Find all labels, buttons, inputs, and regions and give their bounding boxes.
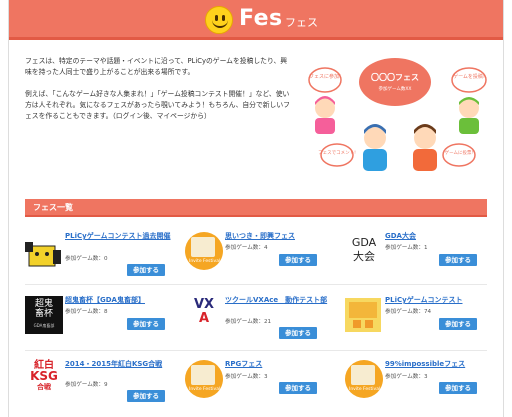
fes-item-count: 参加ゲーム数：1 [385,245,428,251]
invite-festival-badge-icon: Invite Festival [185,232,223,270]
header-bar: Fes フェス [9,0,503,40]
center-bubble-title: 〇〇〇フェス [371,72,419,82]
person-blue-icon [363,124,387,171]
bubble-left-text: フェスに参加! [309,73,341,80]
fes-item-title[interactable]: ツクールVXAce 動作テスト部 [225,296,333,305]
fes-item: VX A ツクールVXAce 動作テスト部 参加ゲーム数：21 参加する [185,296,335,354]
bubble-right [451,67,487,93]
center-bubble [359,58,431,106]
page-frame: Fes フェス フェスは、特定のテーマや話題・イベントに沿って、PLiCyのゲー… [8,0,504,417]
join-button[interactable]: 参加する [127,264,165,276]
fes-item-count: 参加ゲーム数：3 [225,374,268,380]
fes-item: Invite Festival 思いつき・即興フェス 参加ゲーム数：4 参加する [185,232,335,290]
invite-festival-badge-icon: Invite Festival [185,360,223,398]
page-subtitle: フェス [285,16,318,29]
fes-item-title[interactable]: PLiCyゲームコンテスト [385,296,493,305]
bubble-bl-text: フェスでコメント! [318,150,356,156]
fes-item-title[interactable]: RPGフェス [225,360,333,369]
fes-list-title: フェス一覧 [33,203,73,212]
join-button[interactable]: 参加する [279,254,317,266]
join-button[interactable]: 参加する [127,318,165,330]
fes-item-count: 参加ゲーム数：9 [65,382,108,388]
intro-paragraph-2: 例えば、「こんなゲーム好きな人集まれ！」「ゲーム投稿コンテスト開催！」など、使い… [25,90,290,120]
join-button[interactable]: 参加する [439,318,477,330]
center-bubble-sub: 参加ゲーム数XX [378,85,411,92]
bubble-br-text: ゲームに投票! [445,149,474,156]
row-divider [25,284,487,285]
vxace-thumb-icon: VX A [193,297,215,326]
fes-item-title[interactable]: GDA大会 [385,232,493,241]
fes-illustration: 〇〇〇フェス 参加ゲーム数XX フェスに参加! ゲームを投稿! フェスでコメント… [308,58,487,171]
person-green-icon [459,97,479,134]
fes-item: GDA 大会 GDA大会 参加ゲーム数：1 参加する [345,232,495,290]
intro-text: フェスは、特定のテーマや話題・イベントに沿って、PLiCyのゲームを投稿したり、… [25,56,290,133]
fes-item-title[interactable]: 思いつき・即興フェス [225,232,333,241]
crown-robot-icon [25,242,61,267]
fes-item-count: 参加ゲーム数：0 [65,256,108,262]
bubble-right-text: ゲームを投稿! [453,73,485,80]
fes-item-count: 参加ゲーム数：74 [385,309,432,315]
fes-list-header: フェス一覧 [25,199,487,217]
fes-item-count: 参加ゲーム数：8 [65,309,108,315]
bubble-left [308,67,342,93]
fes-item: PLiCyゲームコンテスト 参加ゲーム数：74 参加する [345,296,495,354]
fes-item: 紅白 KSG 合戦 2014・2015年紅白KSG合戦 参加ゲーム数：9 参加す… [25,360,175,417]
page-title: Fes [239,6,283,31]
fes-item: 超鬼 畜杯 GDA鬼畜部 超鬼畜杯【GDA鬼畜部】 参加ゲーム数：8 参加する [25,296,175,354]
join-button[interactable]: 参加する [439,382,477,394]
invite-festival-badge-icon: Invite Festival [345,360,383,398]
gda-thumb-icon: GDA 大会 [351,236,377,263]
fes-item-title[interactable]: 99%impossibleフェス [385,360,493,369]
kichiku-thumb-icon: 超鬼 畜杯 GDA鬼畜部 [25,296,63,334]
smiley-icon [205,6,233,34]
join-button[interactable]: 参加する [439,254,477,266]
join-button[interactable]: 参加する [127,390,165,402]
row-divider [25,350,487,351]
plicy-contest-thumb-icon [345,298,381,332]
join-button[interactable]: 参加する [279,327,317,339]
fes-item: Invite Festival 99%impossibleフェス 参加ゲーム数：… [345,360,495,417]
kouhaku-thumb-icon: 紅白 KSG 合戦 [30,360,58,391]
person-orange-icon [413,124,437,171]
join-button[interactable]: 参加する [279,382,317,394]
fes-item-count: 参加ゲーム数：3 [385,374,428,380]
fes-item-count: 参加ゲーム数：21 [225,319,272,325]
fes-item-count: 参加ゲーム数：4 [225,245,268,251]
intro-paragraph-1: フェスは、特定のテーマや話題・イベントに沿って、PLiCyのゲームを投稿したり、… [25,57,288,76]
fes-item-title[interactable]: 2014・2015年紅白KSG合戦 [65,360,173,369]
fes-item: Invite Festival RPGフェス 参加ゲーム数：3 参加する [185,360,335,417]
fes-item: PLiCyゲームコンテスト過去開催 参加ゲーム数：0 参加する [25,232,175,290]
fes-item-title[interactable]: 超鬼畜杯【GDA鬼畜部】 [65,296,173,305]
fes-item-title[interactable]: PLiCyゲームコンテスト過去開催 [65,232,173,241]
person-pink-icon [315,96,335,134]
